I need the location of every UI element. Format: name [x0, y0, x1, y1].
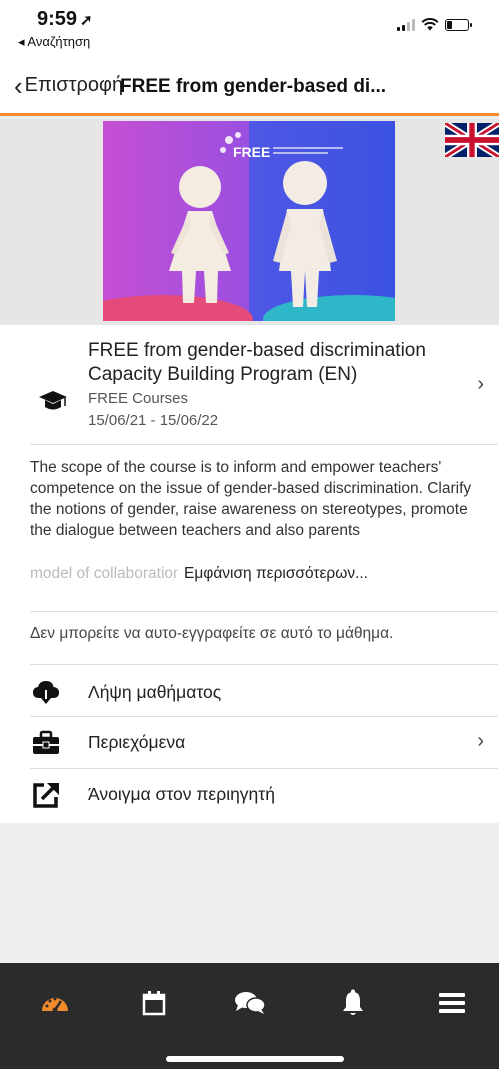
empty-area [0, 823, 499, 963]
tab-calendar[interactable] [134, 985, 174, 1021]
open-in-browser-label: Άνοιγμα στον περιηγητή [88, 784, 275, 804]
status-bar: 9:59 ➚ ◂ Αναζήτηση [0, 0, 499, 56]
cloud-download-icon [33, 681, 59, 704]
enrol-message: Δεν μπορείτε να αυτο-εγγραφείτε σε αυτό … [30, 625, 394, 642]
dashboard-icon [42, 997, 68, 1013]
divider [30, 611, 498, 612]
page-title: FREE from gender-based di... [120, 76, 387, 97]
status-indicators [397, 18, 472, 31]
course-category: FREE Courses [88, 390, 189, 407]
show-more-link[interactable]: Εμφάνιση περισσότερων... [178, 565, 368, 583]
tab-dashboard[interactable] [35, 985, 75, 1021]
chevron-right-icon: › [477, 373, 484, 395]
logo-text: FREE [233, 144, 270, 160]
course-dates: 15/06/21 - 15/06/22 [88, 412, 219, 429]
back-button[interactable]: ‹ Επιστροφή [14, 70, 124, 101]
open-in-browser-row[interactable]: Άνοιγμα στον περιηγητή [30, 770, 498, 818]
divider [30, 768, 498, 769]
bell-icon [343, 989, 363, 1015]
briefcase-icon [33, 730, 59, 754]
clock-text: 9:59 [37, 8, 78, 30]
status-time: 9:59 ➚ [37, 8, 93, 31]
course-image: FREE [103, 121, 395, 321]
course-image-area: FREE [0, 119, 499, 325]
home-indicator[interactable] [166, 1056, 344, 1062]
back-to-app-link[interactable]: ◂ Αναζήτηση [18, 34, 90, 50]
location-arrow-icon: ➚ [80, 12, 93, 29]
cellular-signal-icon [397, 18, 415, 31]
divider [30, 716, 498, 717]
tab-menu[interactable] [432, 985, 472, 1021]
course-title: FREE from gender-based discrimination Ca… [88, 340, 426, 385]
navigation-bar: ‹ Επιστροφή FREE from gender-based di... [0, 56, 499, 116]
tab-messages[interactable] [230, 985, 270, 1021]
external-link-icon [33, 783, 59, 808]
course-summary: FREE from gender-based discrimination Ca… [0, 325, 499, 823]
course-info-row[interactable]: FREE from gender-based discrimination Ca… [30, 339, 498, 445]
back-button-label: Επιστροφή [24, 74, 124, 96]
calendar-icon [142, 991, 166, 1016]
course-description: The scope of the course is to inform and… [30, 459, 472, 539]
chat-bubbles-icon [235, 992, 266, 1014]
contents-label: Περιεχόμενα [88, 732, 186, 752]
download-course-row[interactable]: Λήψη μαθήματος [30, 668, 498, 716]
chevron-right-icon: › [477, 730, 484, 752]
course-illustration: FREE [103, 132, 395, 321]
uk-flag-icon [445, 123, 499, 157]
battery-icon [445, 18, 472, 31]
download-course-label: Λήψη μαθήματος [88, 682, 222, 702]
bottom-tab-bar [0, 963, 499, 1069]
tab-notifications[interactable] [333, 985, 373, 1021]
hamburger-menu-icon [439, 993, 465, 1013]
contents-row[interactable]: Περιεχόμενα › [30, 718, 498, 766]
wifi-icon [421, 18, 439, 31]
graduation-cap-icon [39, 391, 67, 410]
chevron-left-icon: ‹ [14, 70, 23, 101]
divider [30, 664, 498, 665]
